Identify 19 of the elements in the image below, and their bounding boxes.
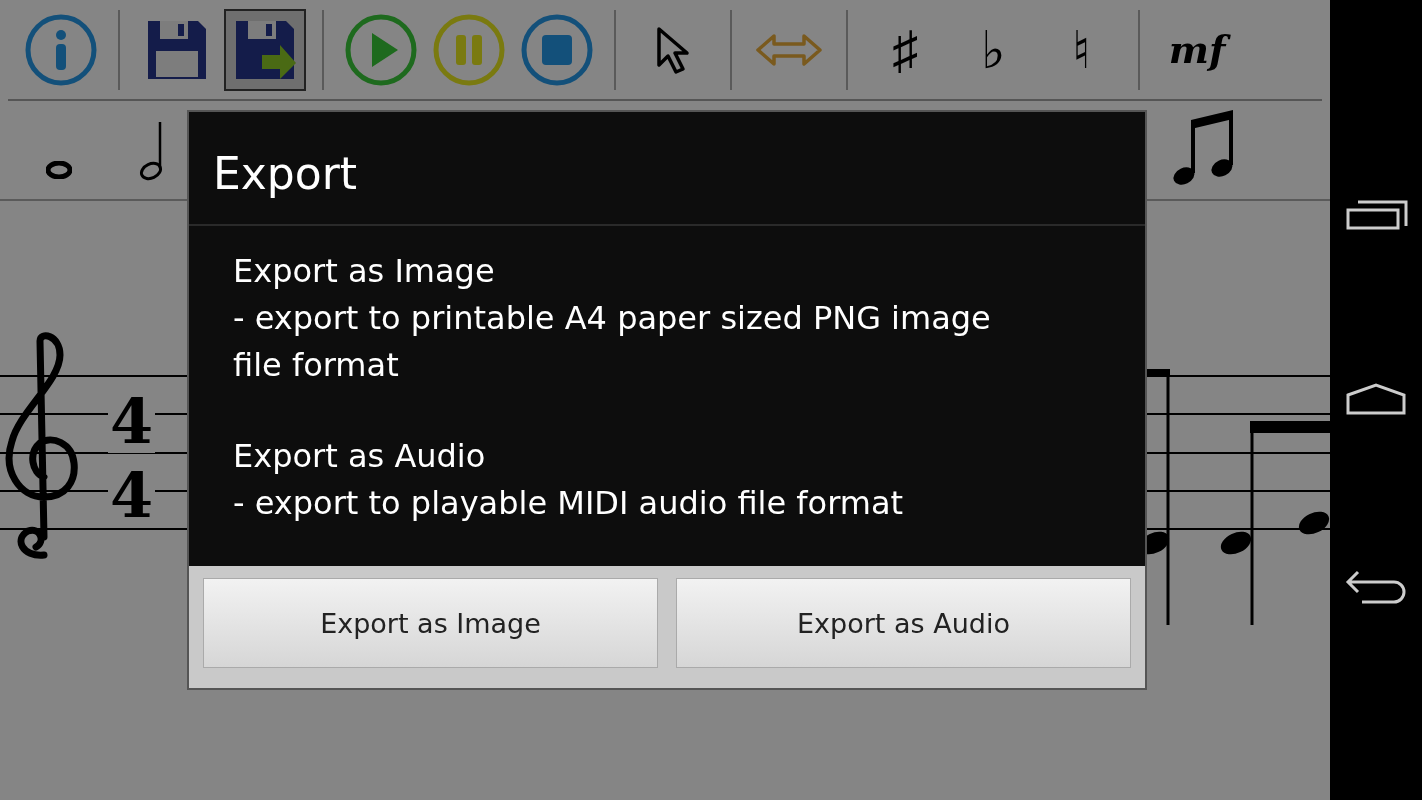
dialog-text: - export to printable A4 paper sized PNG image file format [233,298,992,386]
whole-note-button[interactable] [46,161,72,179]
symbol-button[interactable]: mf [1156,8,1238,91]
play-icon [344,12,418,87]
pause-icon [432,12,506,87]
save-as-button[interactable] [224,8,306,91]
export-button[interactable]: Export as Image [203,578,658,668]
export-button[interactable]: Export as Audio [676,578,1131,668]
dialog-text: - export to playable MIDI audio file format [233,483,905,524]
symbol-button[interactable]: ♮ [1040,8,1122,91]
back-icon[interactable] [1344,568,1408,605]
symbol-button[interactable]: ♭ [952,8,1034,91]
dialog-title: Export [189,112,1145,226]
stop-icon [520,12,594,87]
dialog-text: Export as Image [233,251,496,292]
home-icon[interactable] [1344,381,1408,417]
symbol-button[interactable]: ♯ [864,8,946,91]
info-icon [24,12,98,87]
dialog-text: Export as Audio [233,436,487,477]
